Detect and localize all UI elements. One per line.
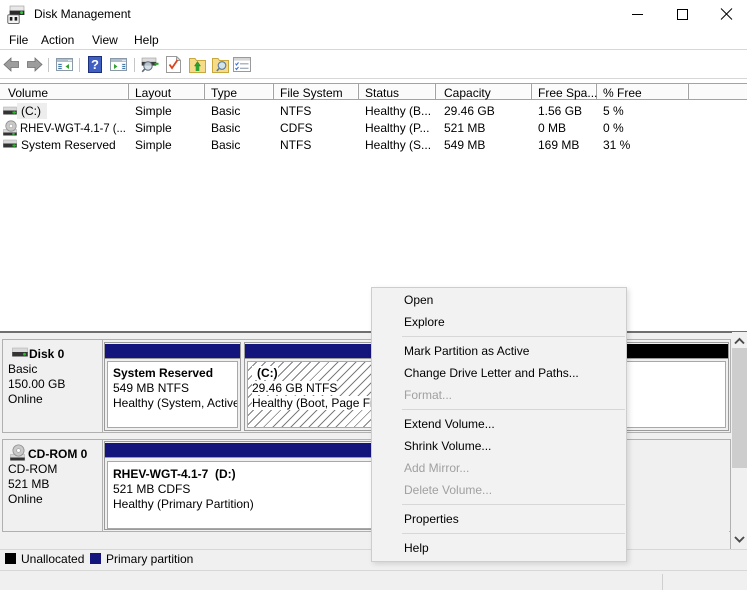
svg-text:?: ? xyxy=(91,57,99,72)
